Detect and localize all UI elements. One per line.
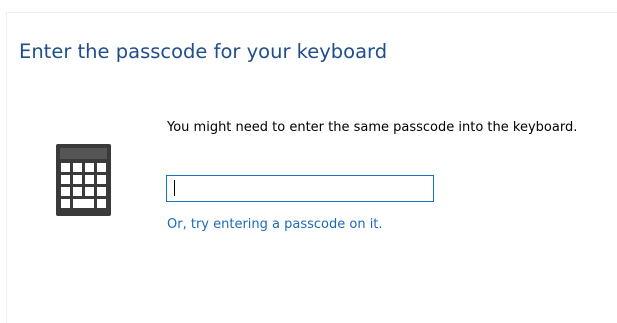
text-caret	[174, 180, 175, 196]
pairing-dialog: Enter the passcode for your keyboard You…	[6, 12, 617, 323]
passcode-input[interactable]	[166, 175, 434, 202]
dialog-title: Enter the passcode for your keyboard	[19, 40, 388, 63]
instruction-text: You might need to enter the same passcod…	[167, 120, 578, 135]
enter-passcode-on-device-link[interactable]: Or, try entering a passcode on it.	[167, 217, 383, 232]
keypad-icon	[56, 144, 111, 216]
